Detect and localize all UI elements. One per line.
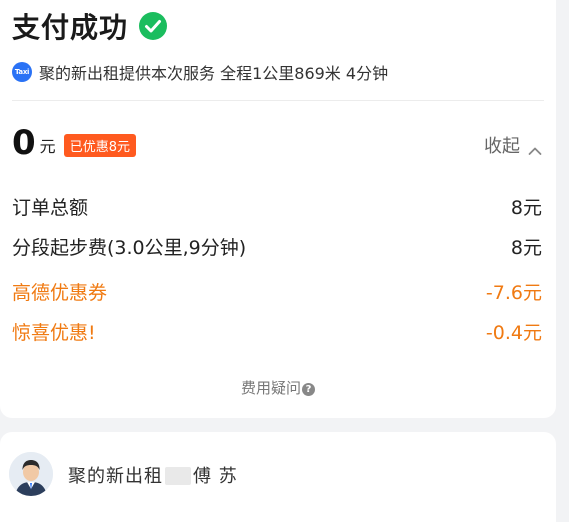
service-text: 聚的新出租提供本次服务 全程1公里869米 4分钟 — [39, 64, 389, 83]
fee-row-coupon: 高德优惠券 -7.6元 — [12, 278, 542, 305]
fee-question-label: 费用疑问 — [240, 379, 301, 397]
fee-row-start-fee: 分段起步费(3.0公里,9分钟) 8元 — [12, 233, 542, 260]
privacy-mask — [165, 467, 191, 485]
fee-label: 惊喜优惠! — [12, 322, 96, 344]
avatar — [9, 452, 53, 496]
fee-value: -7.6元 — [485, 282, 542, 304]
service-info: Taxi 聚的新出租提供本次服务 全程1公里869米 4分钟 — [12, 60, 388, 84]
paid-amount: 0 — [12, 123, 36, 163]
question-icon: ? — [302, 383, 315, 396]
fee-value: -0.4元 — [485, 322, 542, 344]
chevron-up-icon — [528, 140, 542, 155]
payment-card: 支付成功 Taxi 聚的新出租提供本次服务 全程1公里869米 4分钟 0 元 … — [0, 0, 556, 418]
fee-value: 8元 — [510, 197, 542, 219]
fee-label: 分段起步费(3.0公里,9分钟) — [12, 237, 247, 259]
fee-row-total: 订单总额 8元 — [12, 193, 542, 220]
driver-surname: 傅 苏 — [193, 466, 238, 487]
fee-label: 订单总额 — [12, 197, 89, 219]
discount-badge: 已优惠8元 — [63, 134, 136, 157]
collapse-button[interactable]: 收起 — [484, 132, 542, 158]
collapse-label: 收起 — [484, 136, 520, 157]
driver-company: 聚的新出租 — [68, 466, 163, 487]
page-title: 支付成功 — [12, 11, 129, 44]
fee-label: 高德优惠券 — [12, 282, 108, 304]
fee-question-link[interactable]: 费用疑问? — [0, 377, 556, 398]
amount-row: 0 元 已优惠8元 — [12, 126, 136, 160]
check-circle-icon — [138, 11, 168, 41]
divider — [12, 100, 544, 101]
amount-unit: 元 — [39, 137, 56, 156]
fee-row-surprise-discount: 惊喜优惠! -0.4元 — [12, 318, 542, 345]
title-row: 支付成功 — [12, 6, 168, 46]
fee-value: 8元 — [510, 237, 542, 259]
driver-name: 聚的新出租 傅 苏 — [68, 462, 238, 488]
taxi-icon: Taxi — [12, 62, 32, 82]
